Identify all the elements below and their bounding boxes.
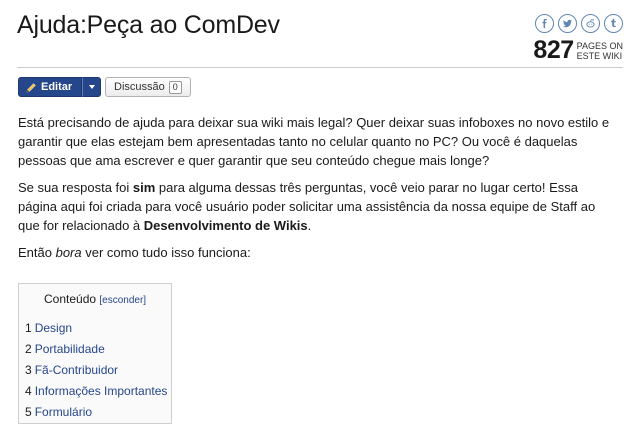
paragraph-outro-text-1: Então [18, 245, 56, 260]
toc-item: 4 Informações Importantes [25, 381, 167, 402]
tumblr-icon[interactable] [604, 14, 623, 33]
article-content: Está precisando de ajuda para deixar sua… [18, 113, 618, 270]
twitter-icon[interactable] [558, 14, 577, 33]
page-count-number: 827 [533, 36, 574, 64]
toc-toggle-link[interactable]: [esconder] [99, 295, 146, 306]
paragraph-answer-text-1: Se sua resposta foi [18, 180, 133, 195]
table-of-contents: Conteúdo [esconder] 1 Design 2 Portabilida… [18, 283, 172, 424]
page-title: Ajuda:Peça ao ComDev [17, 11, 280, 39]
toc-list: 1 Design 2 Portabilidade 3 Fã-Contribuidor … [25, 318, 167, 423]
paragraph-answer-text-3: . [307, 218, 312, 233]
toc-link-formulario[interactable]: Formulário [35, 405, 92, 419]
page-count-label-line2: ESTE WIKI [576, 50, 623, 61]
toc-link-informacoes-importantes[interactable]: Informações Importantes [35, 384, 168, 398]
toc-item: 2 Portabilidade [25, 339, 167, 360]
paragraph-outro: Então bora ver como tudo isso funciona: [18, 243, 618, 262]
page-count-label-line1: PAGES ON [576, 40, 623, 51]
paragraph-intro: Está precisando de ajuda para deixar sua… [18, 115, 610, 168]
toc-item-number: 3 [25, 363, 32, 377]
page-count: 827 PAGES ON ESTE WIKI [533, 38, 623, 63]
talk-count-badge: 0 [168, 80, 182, 94]
talk-button-label: Discussão [114, 81, 165, 93]
toc-item-number: 1 [25, 321, 32, 335]
pencil-icon [26, 82, 36, 92]
toc-link-portabilidade[interactable]: Portabilidade [35, 342, 105, 356]
toc-item: 1 Design [25, 318, 167, 339]
edit-button-label: Editar [41, 81, 73, 93]
toc-header: Conteúdo [esconder] [44, 292, 146, 306]
page-count-label: PAGES ON ESTE WIKI [577, 41, 623, 61]
edit-dropdown-button[interactable] [82, 77, 102, 97]
toc-link-design[interactable]: Design [35, 321, 72, 335]
paragraph-outro-italic: bora [55, 245, 82, 260]
toc-title: Conteúdo [44, 292, 97, 306]
reddit-icon[interactable] [581, 14, 600, 33]
header-divider [17, 67, 623, 68]
paragraph-answer-bold-sim: sim [132, 180, 156, 195]
paragraph-outro-text-2: ver como tudo isso funciona: [81, 245, 251, 260]
talk-button[interactable]: Discussão 0 [105, 77, 191, 97]
paragraph-answer-bold-dev: Desenvolvimento de Wikis [143, 218, 308, 233]
chevron-down-icon [88, 85, 95, 89]
edit-button[interactable]: Editar [18, 77, 83, 97]
toc-item-number: 4 [25, 384, 32, 398]
paragraph-answer: Se sua resposta foi sim para alguma dess… [18, 178, 618, 235]
toc-item: 3 Fã-Contribuidor [25, 360, 167, 381]
toc-item-number: 5 [25, 405, 32, 419]
toc-link-fa-contribuidor[interactable]: Fã-Contribuidor [35, 363, 118, 377]
facebook-icon[interactable] [535, 14, 554, 33]
social-share-bar [535, 14, 623, 33]
toc-item: 5 Formulário [25, 402, 167, 423]
toc-item-number: 2 [25, 342, 32, 356]
edit-button-group: Editar [18, 77, 102, 97]
